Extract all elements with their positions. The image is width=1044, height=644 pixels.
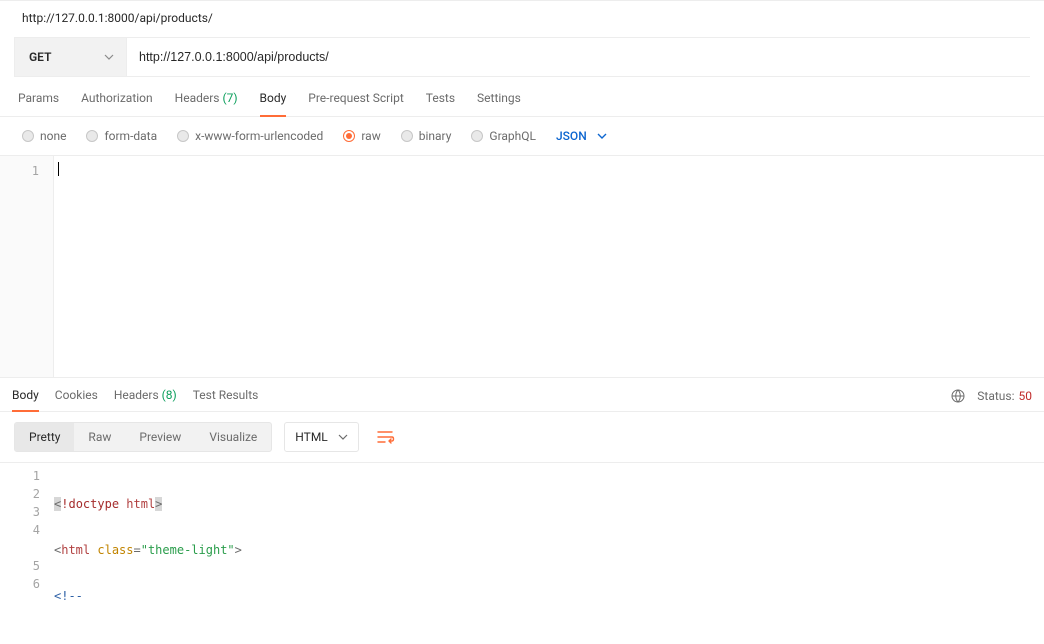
radio-icon <box>343 130 355 142</box>
resp-tab-cookies[interactable]: Cookies <box>55 388 98 411</box>
resp-tab-headers[interactable]: Headers (8) <box>114 388 177 411</box>
response-format-label: HTML <box>295 430 328 444</box>
line-number: 5 <box>0 557 40 575</box>
status-label: Status: <box>977 389 1014 403</box>
line-number <box>0 593 40 611</box>
response-tabs: Body Cookies Headers (8) Test Results St… <box>0 378 1044 412</box>
response-body[interactable]: 1 2 3 4 5 6 <!doctype html> <html class=… <box>0 463 1044 603</box>
line-number: 1 <box>0 467 40 485</box>
tab-params[interactable]: Params <box>18 91 59 116</box>
line-number: 6 <box>0 575 40 593</box>
radio-label: binary <box>419 129 452 143</box>
response-toolbar: Pretty Raw Preview Visualize HTML <box>0 412 1044 463</box>
tab-tests[interactable]: Tests <box>426 91 455 116</box>
radio-graphql[interactable]: GraphQL <box>471 129 536 143</box>
view-preview[interactable]: Preview <box>125 423 195 451</box>
resp-tab-body[interactable]: Body <box>12 388 39 412</box>
tab-headers-count: (7) <box>222 91 237 105</box>
method-select[interactable]: GET <box>15 38 127 76</box>
radio-none[interactable]: none <box>22 129 66 143</box>
body-format-label: JSON <box>556 129 587 143</box>
url-input[interactable] <box>127 38 1030 76</box>
radio-label: x-www-form-urlencoded <box>195 129 323 143</box>
tab-prerequest[interactable]: Pre-request Script <box>308 91 403 116</box>
request-tabs: Params Authorization Headers (7) Body Pr… <box>0 77 1044 117</box>
body-format-select[interactable]: JSON <box>556 129 607 143</box>
view-pretty[interactable]: Pretty <box>15 423 74 451</box>
resp-headers-label: Headers <box>114 388 159 402</box>
status-value: 50 <box>1019 389 1033 403</box>
radio-label: GraphQL <box>489 129 536 143</box>
tab-headers-label: Headers <box>175 91 220 105</box>
text-cursor <box>58 162 59 176</box>
method-label: GET <box>29 50 51 64</box>
tab-headers[interactable]: Headers (7) <box>175 91 238 116</box>
wrap-lines-button[interactable] <box>371 422 401 452</box>
code-line: <!doctype html> <box>54 495 1044 513</box>
body-type-row: none form-data x-www-form-urlencoded raw… <box>0 117 1044 156</box>
tab-authorization[interactable]: Authorization <box>81 91 153 116</box>
radio-label: form-data <box>104 129 157 143</box>
radio-icon <box>401 130 413 142</box>
tab-settings[interactable]: Settings <box>477 91 521 116</box>
radio-icon <box>177 130 189 142</box>
editor-body[interactable] <box>54 156 1044 377</box>
radio-icon <box>22 130 34 142</box>
response-format-select[interactable]: HTML <box>284 422 359 452</box>
view-mode-segment: Pretty Raw Preview Visualize <box>14 422 272 452</box>
request-bar: GET <box>14 37 1030 77</box>
resp-headers-count: (8) <box>162 388 177 402</box>
tab-body[interactable]: Body <box>260 91 287 117</box>
response-gutter: 1 2 3 4 5 6 <box>0 463 54 603</box>
request-tab-title: http://127.0.0.1:8000/api/products/ <box>0 1 1044 37</box>
radio-label: none <box>40 129 66 143</box>
resp-tab-testresults[interactable]: Test Results <box>193 388 259 411</box>
view-visualize[interactable]: Visualize <box>195 423 271 451</box>
chevron-down-icon <box>338 432 348 442</box>
line-number: 3 <box>0 503 40 521</box>
editor-gutter: 1 <box>0 156 54 377</box>
code-line: <!-- <box>54 587 1044 603</box>
request-body-editor[interactable]: 1 <box>0 156 1044 378</box>
radio-xwww[interactable]: x-www-form-urlencoded <box>177 129 323 143</box>
radio-raw[interactable]: raw <box>343 129 380 143</box>
code-line: <html class="theme-light"> <box>54 541 1044 559</box>
globe-icon[interactable] <box>951 389 965 403</box>
radio-label: raw <box>361 129 380 143</box>
view-raw[interactable]: Raw <box>74 423 125 451</box>
response-code: <!doctype html> <html class="theme-light… <box>54 463 1044 603</box>
line-number: 4 <box>0 521 40 539</box>
radio-binary[interactable]: binary <box>401 129 452 143</box>
chevron-down-icon <box>104 52 114 62</box>
line-number: 1 <box>0 162 39 180</box>
radio-formdata[interactable]: form-data <box>86 129 157 143</box>
line-number <box>0 539 40 557</box>
chevron-down-icon <box>597 131 607 141</box>
radio-icon <box>471 130 483 142</box>
line-number: 2 <box>0 485 40 503</box>
radio-icon <box>86 130 98 142</box>
